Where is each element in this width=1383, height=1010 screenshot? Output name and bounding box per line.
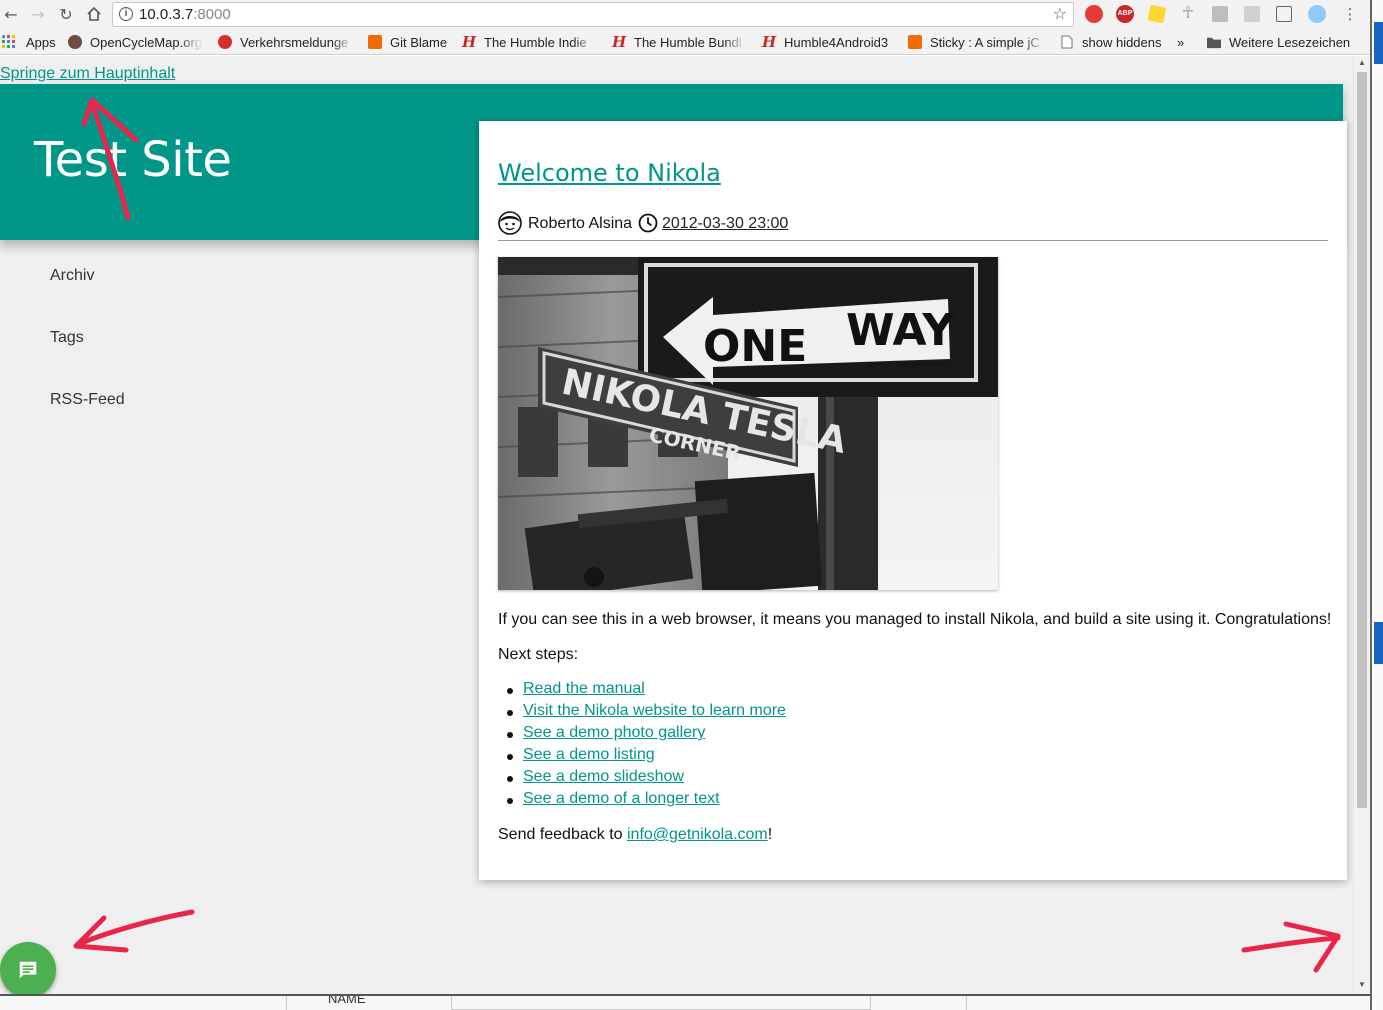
address-bar[interactable]: i 10.0.3.7:8000 ☆ <box>112 2 1074 27</box>
page-icon <box>1061 35 1073 49</box>
post-card: Welcome to Nikola Roberto Alsina 2012-03… <box>479 121 1347 880</box>
sticky-note-icon[interactable] <box>1147 4 1167 24</box>
intro-paragraph: If you can see this in a web browser, it… <box>498 611 1332 628</box>
author-face-icon <box>498 211 522 235</box>
bookmark-star-icon[interactable]: ☆ <box>1053 4 1067 23</box>
bookmarks-bar: Apps OpenCycleMap.org Verkehrsmeldunge G… <box>0 29 1370 55</box>
list-item: See a demo listing <box>498 746 786 768</box>
list-item: See a demo photo gallery <box>498 724 786 746</box>
one-way-sign-left: ONE <box>703 321 807 372</box>
humble-icon: H <box>762 33 777 51</box>
one-way-sign-right: WAY <box>846 305 955 356</box>
site-title[interactable]: Test Site <box>34 132 232 188</box>
street-sign-photo: ONE WAY DEPT OF TRANSPORTATION NIKOLA TE… <box>498 257 998 590</box>
extension-g-icon[interactable] <box>1212 6 1228 22</box>
demo-longer-text-link[interactable]: See a demo of a longer text <box>523 790 720 807</box>
bookmark-opencyclemap[interactable]: OpenCycleMap.org <box>68 33 202 51</box>
apps-grid-icon <box>2 35 15 48</box>
feedback-email-link[interactable]: info@getnikola.com <box>627 826 768 843</box>
bookmark-git-blame[interactable]: Git Blame <box>368 33 447 51</box>
verkehr-icon <box>218 35 232 49</box>
demo-gallery-link[interactable]: See a demo photo gallery <box>523 724 705 741</box>
bookmark-show-hiddens[interactable]: show hiddens <box>1060 33 1162 51</box>
cast-icon[interactable] <box>1276 6 1292 22</box>
sidebar-item-tags[interactable]: Tags <box>50 329 84 347</box>
background-window-bottom: NAME <box>0 994 1370 1010</box>
extension-figure-icon[interactable]: ☥ <box>1180 6 1196 22</box>
list-item: See a demo slideshow <box>498 768 786 790</box>
clock-icon <box>638 213 658 233</box>
chat-button[interactable] <box>0 942 56 994</box>
post-title[interactable]: Welcome to Nikola <box>498 159 721 187</box>
demo-listing-link[interactable]: See a demo listing <box>523 746 655 763</box>
humble-icon: H <box>462 33 477 51</box>
scrollbar-thumb[interactable] <box>1357 72 1367 808</box>
extension-blue-icon[interactable] <box>1308 5 1326 23</box>
bookmark-verkehrsmeldungen[interactable]: Verkehrsmeldunge <box>218 33 354 51</box>
sidebar-item-archiv[interactable]: Archiv <box>50 267 94 285</box>
bookmarks-overflow-chevron[interactable]: » <box>1177 33 1184 51</box>
menu-kebab-icon[interactable]: ⋮ <box>1339 3 1361 25</box>
vertical-scrollbar[interactable]: ▲ ▼ <box>1353 56 1370 994</box>
adblock-icon[interactable]: ABP <box>1116 5 1134 23</box>
post-meta: Roberto Alsina 2012-03-30 23:00 <box>498 211 1328 241</box>
bookmark-apps[interactable]: Apps <box>2 33 56 51</box>
browser-toolbar: ← → ↻ i 10.0.3.7:8000 ☆ ABP ☥ ⋮ <box>0 0 1370 29</box>
bookmark-humble-bundle[interactable]: H The Humble Bundl <box>612 33 746 51</box>
demo-slideshow-link[interactable]: See a demo slideshow <box>523 768 684 785</box>
bookmark-humble4android[interactable]: H Humble4Android3 <box>762 33 888 51</box>
bookmark-other-folder[interactable]: Weitere Lesezeichen <box>1207 33 1350 51</box>
address-url: 10.0.3.7:8000 <box>139 6 231 23</box>
forward-arrow-icon[interactable]: → <box>27 3 49 25</box>
extension-grid-icon[interactable] <box>1244 6 1260 22</box>
read-manual-link[interactable]: Read the manual <box>523 680 645 697</box>
back-arrow-icon[interactable]: ← <box>0 3 22 25</box>
background-window <box>1370 0 1383 1010</box>
scroll-down-arrow-icon[interactable]: ▼ <box>1358 980 1366 989</box>
dept-label: DEPT OF TRANSPORTATION <box>868 362 949 369</box>
list-item: See a demo of a longer text <box>498 790 786 812</box>
opencyclemap-icon <box>68 35 82 49</box>
next-steps-list: Read the manual Visit the Nikola website… <box>498 680 786 812</box>
home-icon[interactable] <box>83 3 105 25</box>
post-image: ONE WAY DEPT OF TRANSPORTATION NIKOLA TE… <box>498 257 998 590</box>
blogger-icon <box>908 35 922 49</box>
extension-red-icon[interactable] <box>1085 5 1103 23</box>
humble-icon: H <box>612 33 627 51</box>
next-steps-label: Next steps: <box>498 646 579 663</box>
nikola-website-link[interactable]: Visit the Nikola website to learn more <box>523 702 786 719</box>
folder-icon <box>1207 37 1221 49</box>
scroll-up-arrow-icon[interactable]: ▲ <box>1358 58 1366 67</box>
bookmark-humble-indie[interactable]: H The Humble Indie <box>462 33 596 51</box>
blogger-icon <box>368 35 382 49</box>
reload-icon[interactable]: ↻ <box>55 3 77 25</box>
list-item: Visit the Nikola website to learn more <box>498 702 786 724</box>
post-author: Roberto Alsina <box>528 215 633 232</box>
site-info-icon[interactable]: i <box>119 7 133 21</box>
chat-message-icon <box>19 961 37 979</box>
background-form-label: NAME <box>328 994 366 1006</box>
list-item: Read the manual <box>498 680 786 702</box>
sidebar-item-rss-feed[interactable]: RSS-Feed <box>50 391 125 409</box>
feedback-paragraph: Send feedback to info@getnikola.com! <box>498 826 773 843</box>
skip-to-content-link[interactable]: Springe zum Hauptinhalt <box>0 65 175 83</box>
bookmark-sticky[interactable]: Sticky : A simple jC <box>908 33 1046 51</box>
page-viewport: Springe zum Hauptinhalt Test Site Archiv… <box>0 56 1353 994</box>
post-date-link[interactable]: 2012-03-30 23:00 <box>662 215 788 233</box>
